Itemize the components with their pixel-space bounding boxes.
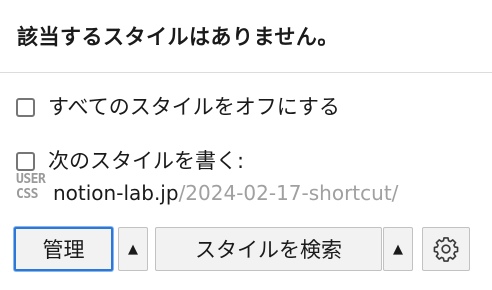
manage-menu-arrow-icon[interactable]: ▲ [128,242,138,257]
find-styles-button[interactable]: スタイルを検索 [155,227,382,271]
manage-menu-button[interactable]: ▲ [118,227,148,271]
find-styles-button-label[interactable]: スタイルを検索 [195,234,342,264]
popup-header: 該当するスタイルはありません。 [0,0,492,73]
find-styles-menu-button[interactable]: ▲ [383,227,413,271]
no-styles-message: 該当するスタイルはありません。 [17,25,339,49]
write-style-option[interactable]: 次のスタイルを書く: [16,146,244,176]
usercss-icon: USER CSS [16,172,46,206]
disable-all-checkbox[interactable] [16,97,35,117]
manage-button[interactable]: 管理 [14,227,113,271]
options-button[interactable] [422,227,470,271]
target-path[interactable]: /2024-02-17-shortcut/ [179,181,399,205]
disable-all-styles-option[interactable]: すべてのスタイルをオフにする [16,92,340,122]
usercss-icon-top-text: USER [16,172,46,187]
write-style-target-link[interactable]: notion-lab.jp/2024-02-17-shortcut/ [53,180,398,206]
usercss-icon-bottom-text: CSS [16,187,38,202]
gear-icon[interactable] [432,235,460,263]
write-style-label[interactable]: 次のスタイルを書く: [48,148,244,174]
manage-button-label[interactable]: 管理 [43,234,85,264]
find-menu-arrow-icon[interactable]: ▲ [393,242,403,257]
disable-all-label[interactable]: すべてのスタイルをオフにする [48,94,340,120]
target-host[interactable]: notion-lab.jp [53,181,179,205]
popup-footer: 管理 ▲ スタイルを検索 ▲ [14,227,476,273]
write-style-checkbox[interactable] [16,151,35,171]
stylus-popup: 該当するスタイルはありません。 すべてのスタイルをオフにする 次のスタイルを書く… [0,0,492,290]
